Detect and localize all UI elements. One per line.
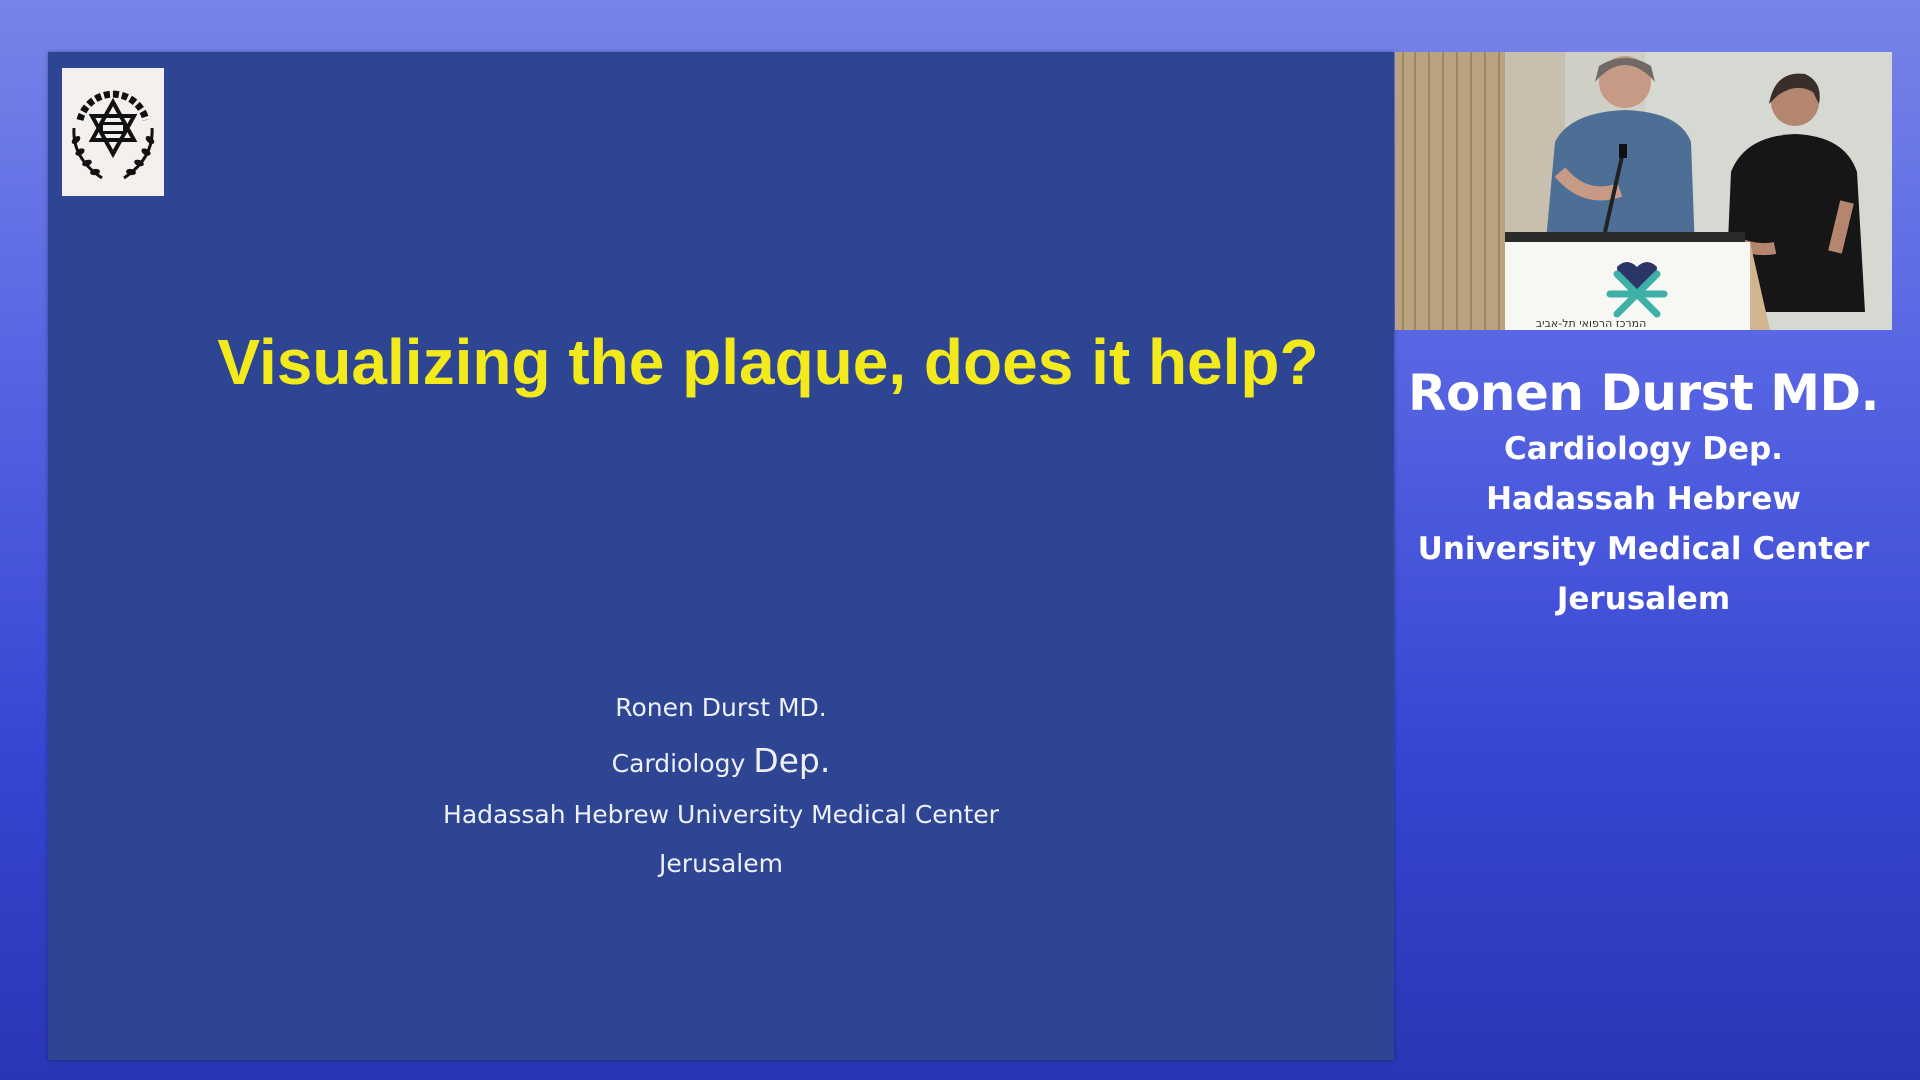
caption-city: Jerusalem xyxy=(1556,581,1731,617)
hadassah-emblem-icon xyxy=(71,90,155,180)
presentation-slide: Visualizing the plaque, does it help? Ro… xyxy=(48,52,1394,1060)
lower-third-caption: Ronen Durst MD. Cardiology Dep. Hadassah… xyxy=(1395,362,1892,624)
slide-title: Visualizing the plaque, does it help? xyxy=(217,326,1319,398)
hadassah-logo xyxy=(62,68,164,196)
podium-sign-text: המרכז הרפואי תל-אביב xyxy=(1536,317,1647,330)
speaker-video-feed: המרכז הרפואי תל-אביב xyxy=(1395,52,1892,330)
caption-institution-line1: Hadassah Hebrew xyxy=(1486,481,1801,517)
presenter-name: Ronen Durst MD. xyxy=(615,693,827,722)
caption-speaker-name: Ronen Durst MD. xyxy=(1408,364,1879,422)
caption-department: Cardiology Dep. xyxy=(1504,431,1783,467)
caption-institution-line2: University Medical Center xyxy=(1417,531,1870,567)
presenter-department: Cardiology Dep. xyxy=(48,734,1394,788)
department-prefix: Cardiology xyxy=(611,749,754,778)
presenter-city: Jerusalem xyxy=(659,849,783,878)
speaker-video-frame: המרכז הרפואי תל-אביב xyxy=(1395,52,1892,330)
presenter-info: Ronen Durst MD. Cardiology Dep. Hadassah… xyxy=(48,682,1394,886)
presenter-institution: Hadassah Hebrew University Medical Cente… xyxy=(443,800,999,829)
department-suffix: Dep. xyxy=(753,741,831,780)
